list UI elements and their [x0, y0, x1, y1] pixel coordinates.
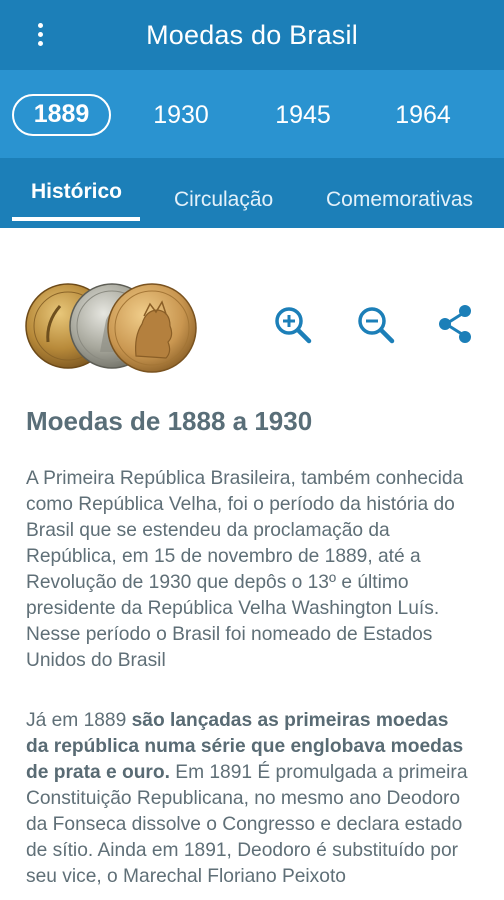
article-title: Moedas de 1888 a 1930 [26, 406, 313, 436]
share-icon[interactable] [434, 302, 478, 346]
article-paragraph-2: Já em 1889 são lançadas as primeiras moe… [26, 708, 476, 890]
tab-indicator [12, 217, 140, 221]
coins-image [25, 283, 197, 373]
tab-historico[interactable]: Histórico [31, 180, 122, 204]
year-1930[interactable]: 1930 [136, 94, 226, 136]
zoom-out-icon[interactable] [353, 302, 397, 346]
zoom-in-icon[interactable] [270, 302, 314, 346]
tab-comemorativas[interactable]: Comemorativas [326, 188, 473, 212]
tab-circulacao[interactable]: Circulação [174, 188, 273, 212]
year-1964[interactable]: 1964 [378, 94, 468, 136]
year-1945[interactable]: 1945 [258, 94, 348, 136]
paragraph-2-lead: Já em 1889 [26, 710, 132, 731]
year-selector: 1889 1930 1945 1964 [0, 70, 504, 158]
app-bar: Moedas do Brasil [0, 0, 504, 70]
year-1889[interactable]: 1889 [12, 94, 111, 136]
content-area: Moedas de 1888 a 1930 A Primeira Repúbli… [0, 228, 504, 900]
app-title: Moedas do Brasil [146, 20, 358, 50]
article-paragraph-1: A Primeira República Brasileira, também … [26, 468, 464, 671]
